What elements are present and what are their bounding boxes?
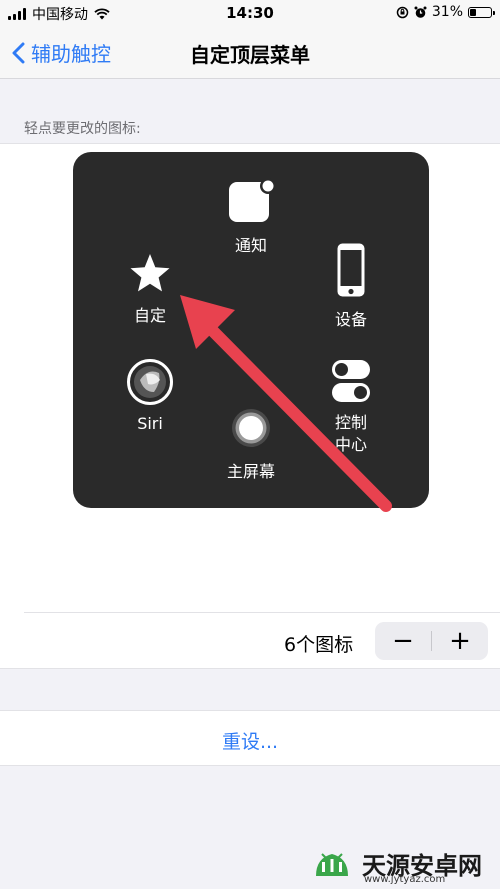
- alarm-icon: [414, 6, 427, 18]
- navigation-bar: 辅助触控 自定顶层菜单: [0, 26, 500, 79]
- notification-icon: [229, 178, 276, 222]
- menu-item-siri[interactable]: Siri: [110, 358, 190, 433]
- section-label: 轻点要更改的图标:: [24, 121, 141, 137]
- toggle-icon: [332, 360, 370, 402]
- battery-icon: [468, 6, 495, 18]
- page-title: 自定顶层菜单: [190, 43, 310, 67]
- status-bar: 中国移动 14:30 31%: [0, 0, 500, 26]
- icon-count-stepper[interactable]: − +: [375, 622, 488, 660]
- watermark: 天源安卓网 www.jytyaz.com: [310, 838, 500, 889]
- siri-icon: [127, 359, 173, 405]
- reset-row: 重设...: [0, 710, 500, 766]
- star-icon: [130, 254, 170, 292]
- menu-item-notifications[interactable]: 通知: [211, 178, 291, 256]
- increment-button[interactable]: +: [432, 622, 488, 660]
- divider: [24, 612, 500, 613]
- icon-count-label: 6个图标: [284, 634, 354, 656]
- assistive-touch-menu-preview: 通知 自定 设备 Siri 控制 中心 主屏幕: [73, 152, 429, 508]
- menu-item-custom[interactable]: 自定: [110, 252, 190, 326]
- device-icon: [337, 243, 365, 297]
- menu-item-control-center[interactable]: 控制 中心: [311, 358, 391, 456]
- battery-percent: 31%: [431, 4, 463, 20]
- menu-item-device[interactable]: 设备: [311, 242, 391, 330]
- menu-item-label: 设备: [334, 310, 367, 329]
- menu-item-label: 自定: [133, 306, 166, 325]
- menu-item-home[interactable]: 主屏幕: [211, 406, 291, 482]
- decrement-button[interactable]: −: [375, 622, 431, 660]
- home-button-icon: [232, 409, 270, 447]
- reset-button[interactable]: 重设...: [0, 727, 500, 754]
- watermark-logo-icon: [316, 852, 348, 876]
- menu-item-label: 主屏幕: [226, 462, 275, 481]
- watermark-url: www.jytyaz.com: [364, 874, 446, 885]
- menu-item-label: 控制 中心: [334, 413, 367, 454]
- orientation-lock-icon: [396, 6, 409, 18]
- menu-item-label: Siri: [137, 414, 163, 433]
- menu-item-label: 通知: [234, 236, 267, 255]
